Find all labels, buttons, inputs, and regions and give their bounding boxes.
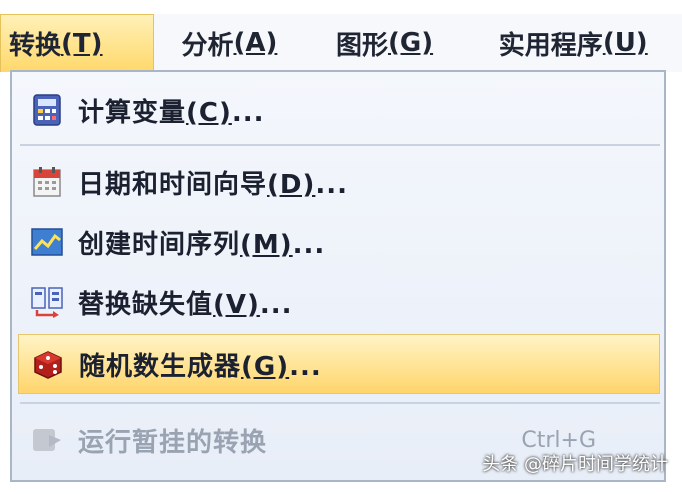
- replace-icon: [30, 285, 64, 319]
- menu-analyze-mnemonic: (A): [233, 28, 278, 58]
- transform-dropdown: 计算变量(C)... 日期和时间向导(D)... 创建时间序列(M)... 替换…: [10, 70, 666, 482]
- label-ellipsis: ...: [259, 289, 293, 320]
- label-text: 日期和时间向导: [78, 169, 268, 200]
- label-text: 运行暂挂的转换: [78, 427, 268, 458]
- menu-item-create-time-series[interactable]: 创建时间序列(M)...: [18, 212, 660, 272]
- menu-item-label: 计算变量(C)...: [78, 92, 265, 129]
- menu-graphs-mnemonic: (G): [387, 28, 434, 58]
- run-pending-icon: [30, 423, 64, 457]
- label-ellipsis: ...: [315, 169, 349, 200]
- calendar-icon: [30, 165, 64, 199]
- menu-separator: [20, 144, 660, 146]
- menu-bar: 转换 (T) 分析 (A) 图形 (G) 实用程序 (U): [0, 14, 682, 72]
- menu-item-label: 运行暂挂的转换: [78, 422, 267, 459]
- watermark: 头条 @碎片时间学统计: [482, 454, 668, 475]
- menu-utilities[interactable]: 实用程序 (U): [465, 14, 682, 72]
- label-text: 替换缺失值: [78, 289, 214, 320]
- menu-item-label: 创建时间序列(M)...: [78, 224, 325, 261]
- label-text: 计算变量: [78, 97, 187, 128]
- shortcut-label: Ctrl+G: [521, 427, 596, 453]
- label-mnemonic: (V): [213, 289, 260, 320]
- menu-item-compute-variable[interactable]: 计算变量(C)...: [18, 80, 660, 140]
- label-mnemonic: (M): [240, 229, 293, 260]
- chart-icon: [30, 225, 64, 259]
- label-mnemonic: (C): [186, 97, 232, 128]
- menu-transform-mnemonic: (T): [61, 28, 103, 59]
- menu-item-label: 日期和时间向导(D)...: [78, 164, 348, 201]
- menu-analyze-label: 分析: [181, 30, 234, 61]
- label-mnemonic: (G): [241, 351, 290, 382]
- calculator-icon: [30, 93, 64, 127]
- dice-icon: [31, 347, 65, 381]
- label-ellipsis: ...: [292, 229, 326, 260]
- spss-transform-menu-screenshot: 转换 (T) 分析 (A) 图形 (G) 实用程序 (U) 计算变量(C)...…: [0, 0, 682, 494]
- menu-transform-label: 转换: [9, 31, 62, 61]
- label-mnemonic: (D): [267, 169, 316, 200]
- label-ellipsis: ...: [231, 97, 265, 128]
- label-ellipsis: ...: [289, 351, 322, 382]
- menu-utilities-label: 实用程序: [498, 30, 603, 61]
- menu-transform[interactable]: 转换 (T): [0, 14, 155, 72]
- menu-item-label: 随机数生成器(G)...: [79, 346, 322, 383]
- menu-separator: [20, 402, 660, 404]
- menu-graphs-label: 图形: [335, 30, 388, 61]
- menu-item-random-number-generators[interactable]: 随机数生成器(G)...: [18, 334, 660, 394]
- menu-graphs[interactable]: 图形 (G): [305, 14, 465, 72]
- label-text: 创建时间序列: [78, 229, 241, 260]
- menu-item-label: 替换缺失值(V)...: [78, 284, 293, 321]
- label-text: 随机数生成器: [79, 351, 242, 382]
- menu-item-replace-missing-values[interactable]: 替换缺失值(V)...: [18, 272, 660, 332]
- menu-item-date-time-wizard[interactable]: 日期和时间向导(D)...: [18, 152, 660, 212]
- menu-utilities-mnemonic: (U): [602, 28, 648, 58]
- menu-analyze[interactable]: 分析 (A): [154, 14, 304, 72]
